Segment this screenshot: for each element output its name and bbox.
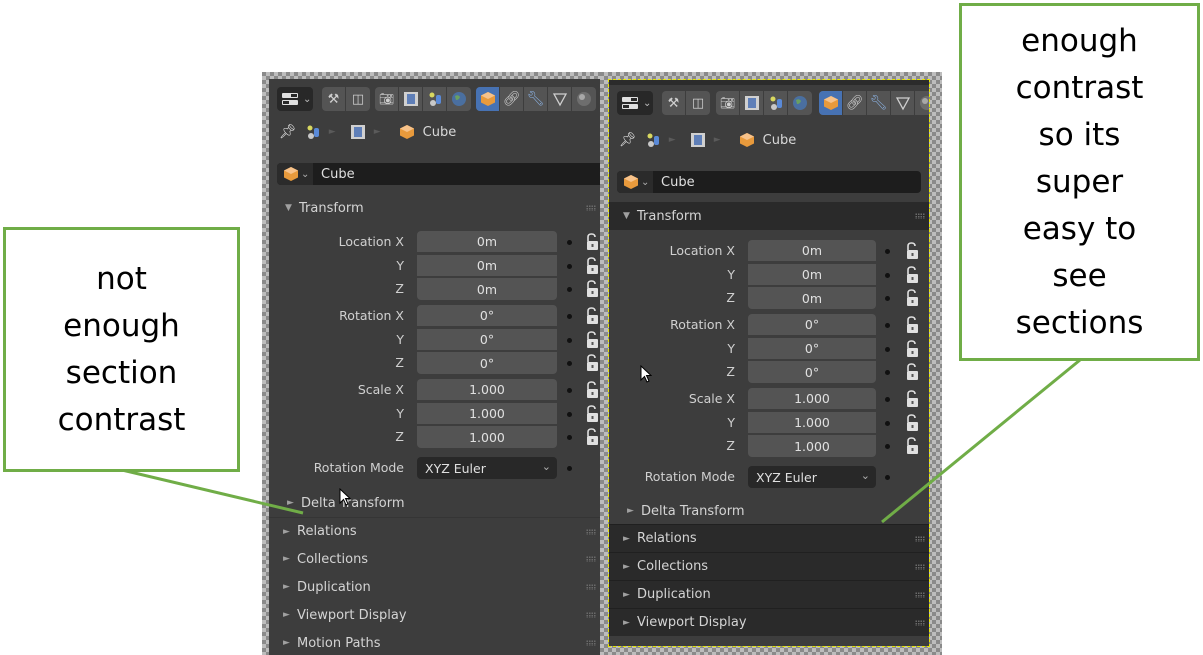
callout-text-line: see xyxy=(1052,257,1107,294)
leader-line-left xyxy=(121,468,304,515)
callout-text-line: easy to xyxy=(1022,210,1137,247)
callout-text-line: not xyxy=(96,260,147,297)
callout-text-line: sections xyxy=(1015,304,1144,341)
callout-text-line: contrast xyxy=(57,401,186,438)
callout-text-line: super xyxy=(1035,163,1124,200)
callout-text-line: enough xyxy=(63,307,180,344)
callout-text-line: contrast xyxy=(1015,69,1144,106)
callout-text-line: section xyxy=(65,354,178,391)
callout-not-enough-contrast: not enough section contrast xyxy=(3,227,240,472)
callout-enough-contrast: enough contrast so its super easy to see secti… xyxy=(959,3,1200,361)
leader-line-right xyxy=(881,358,1081,524)
callout-text-line: enough xyxy=(1021,22,1138,59)
callout-text-line: so its xyxy=(1038,116,1121,153)
